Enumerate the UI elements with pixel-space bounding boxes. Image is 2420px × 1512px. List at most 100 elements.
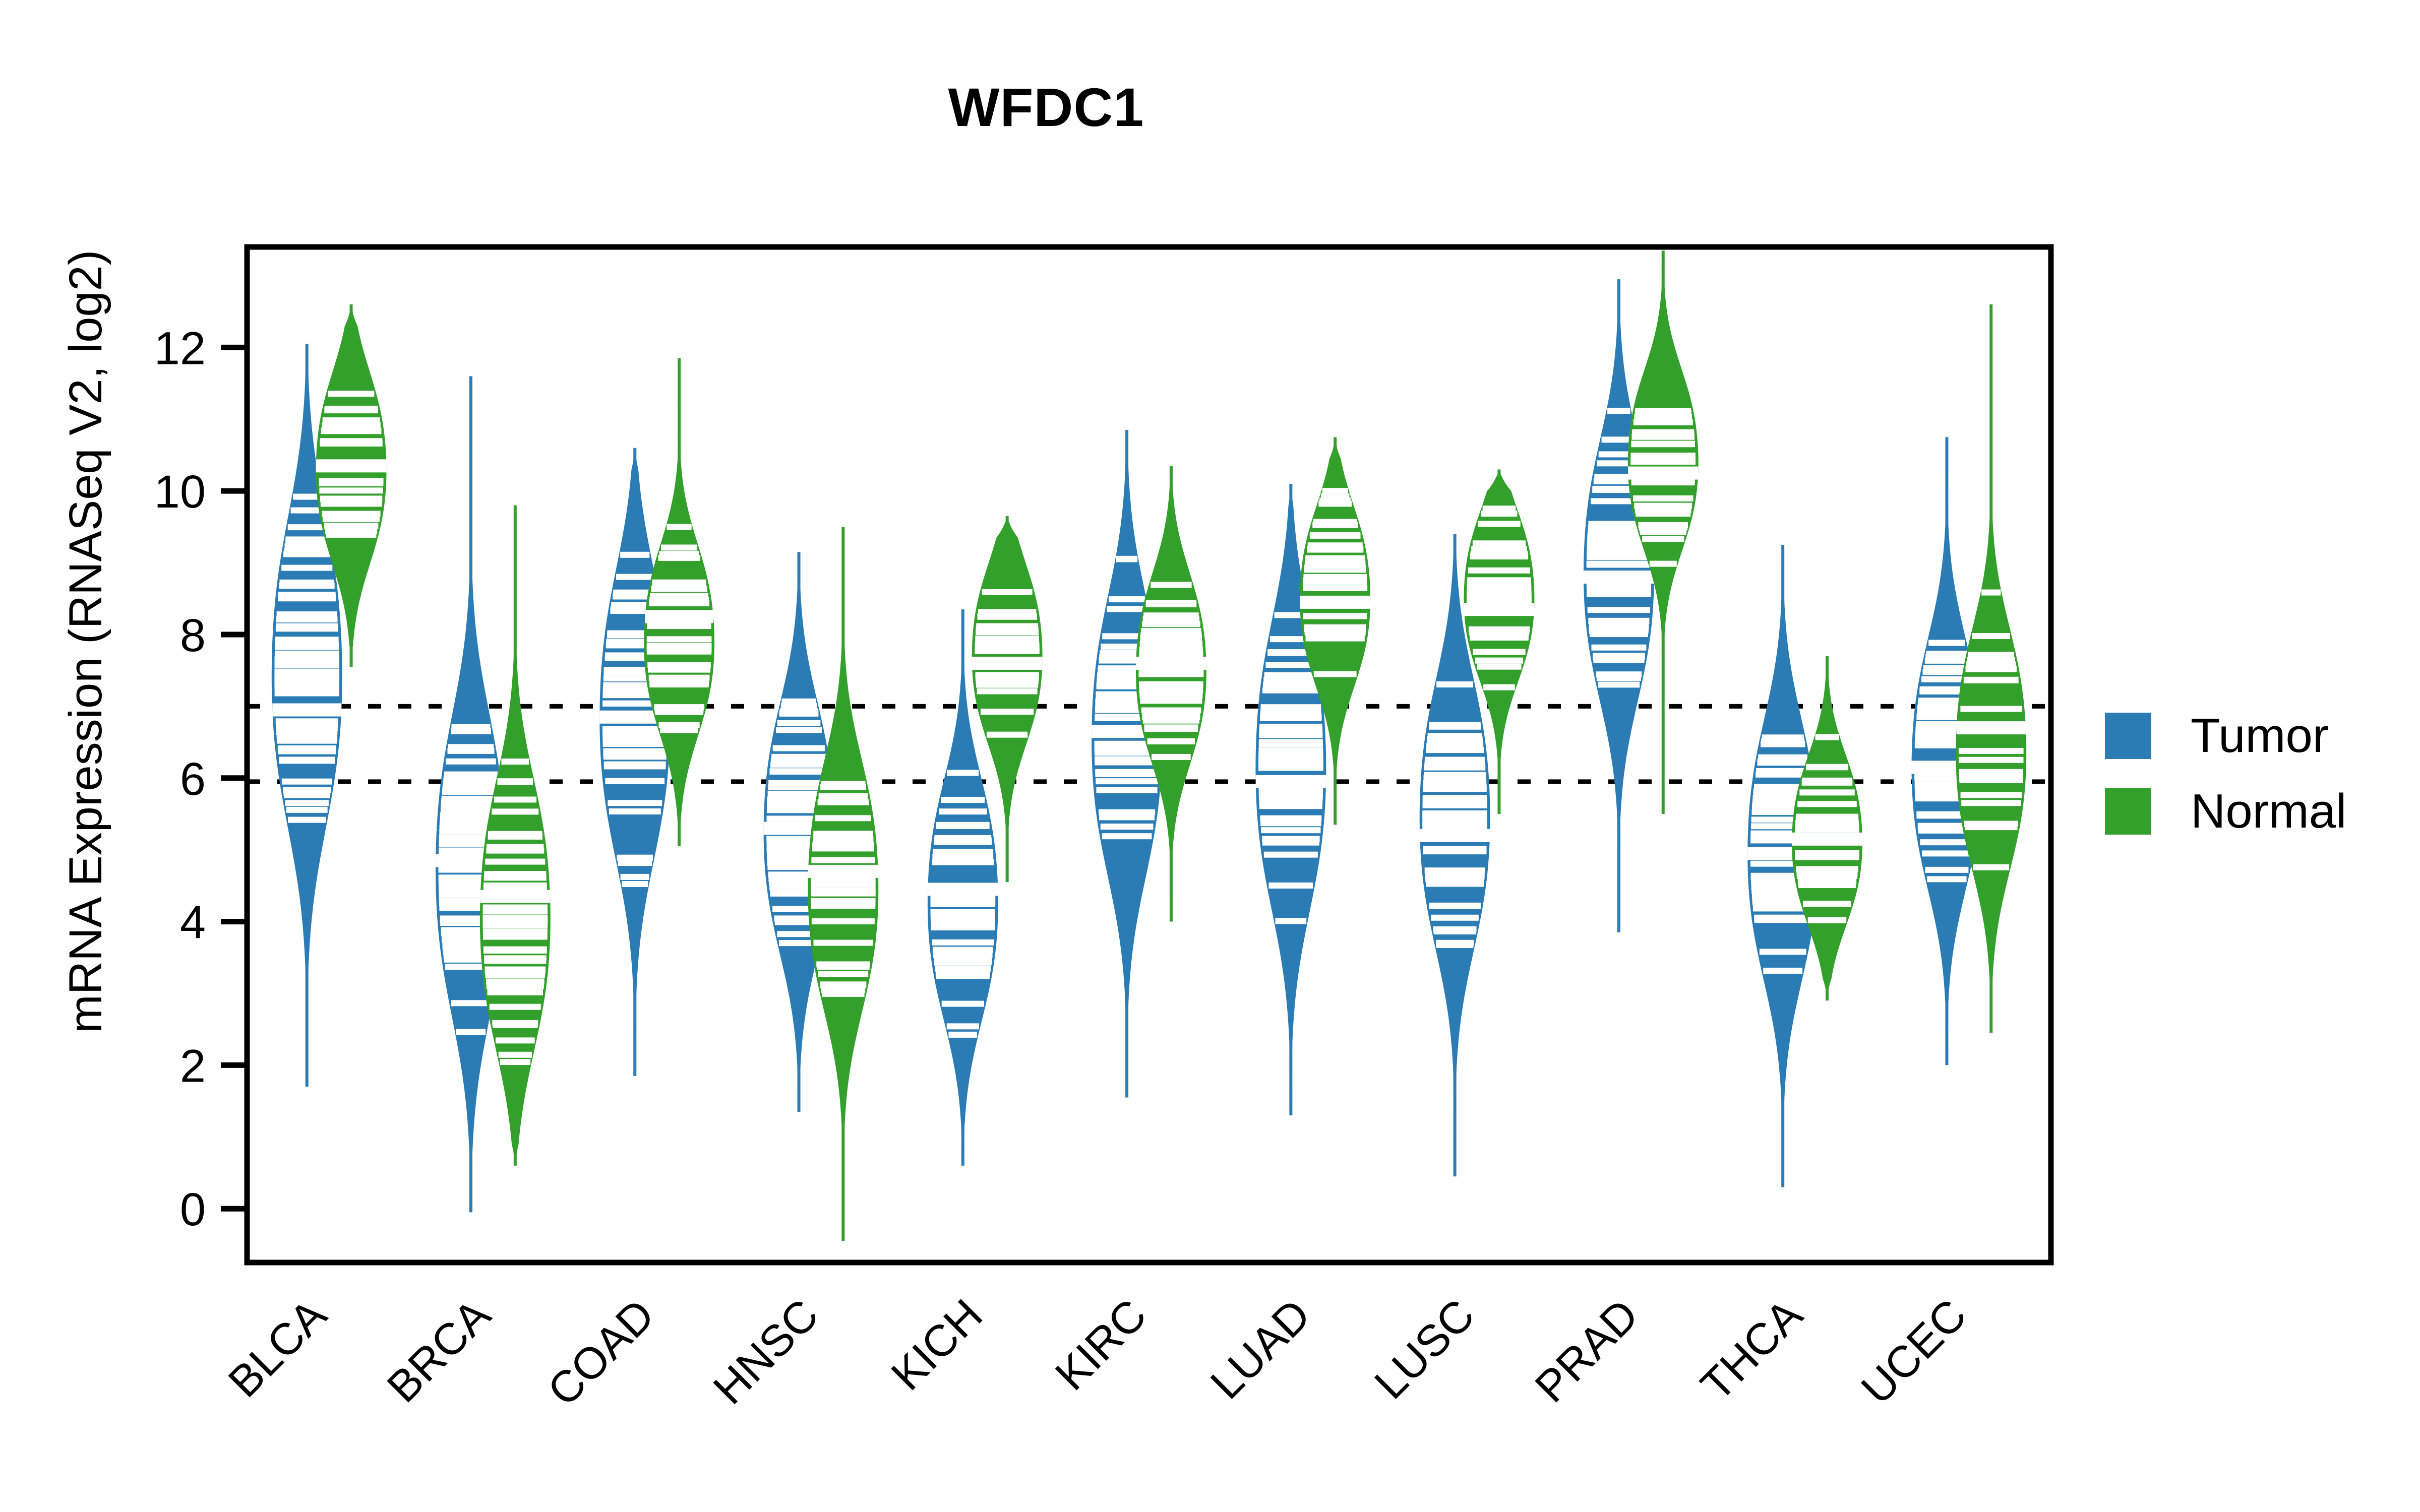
observation-tick [1958,747,2024,754]
observation-tick [1099,814,1155,821]
y-tick-label: 8 [180,610,206,661]
observation-tick [603,748,667,754]
observation-tick [820,982,867,988]
observation-tick [932,939,994,946]
observation-tick [661,544,698,551]
observation-tick [1265,662,1316,668]
observation-tick [1967,657,2015,663]
observation-tick [275,637,339,643]
observation-tick [931,921,995,927]
observation-tick [1100,824,1154,830]
observation-tick [938,808,987,815]
observation-tick [777,720,821,726]
observation-tick [1436,681,1474,687]
observation-tick [948,1031,978,1038]
observation-tick [442,786,500,792]
observation-tick [817,964,870,970]
observation-tick [1635,507,1691,513]
observation-tick [936,973,990,979]
observation-tick [934,839,992,845]
observation-tick [1972,633,2010,640]
observation-tick [1642,536,1684,542]
observation-tick [980,709,1034,715]
observation-tick [975,672,1039,678]
observation-tick [1959,769,2023,775]
observation-tick [1147,738,1195,744]
x-tick-label-PRAD: PRAD [1525,1289,1648,1412]
observation-tick [652,580,706,587]
x-tick-label-UCEC: UCEC [1851,1289,1975,1413]
violin-COAD-tumor [599,444,671,1080]
observation-tick [484,958,547,964]
observation-tick [647,662,711,668]
observation-tick [1258,765,1323,771]
observation-tick [1757,760,1808,766]
observation-tick [618,860,652,866]
legend-item-tumor[interactable]: Tumor [2105,698,2346,774]
legend-label-normal: Normal [2191,784,2347,838]
observation-tick [1927,876,1967,883]
observation-tick [1593,657,1645,663]
observation-tick [1275,918,1307,924]
observation-tick [976,678,1039,684]
observation-tick [813,836,874,842]
observation-tick [484,871,547,877]
observation-tick [1431,914,1479,921]
observation-tick [935,965,991,972]
observation-tick [1259,799,1323,806]
observation-tick [977,613,1037,620]
x-tick-label-KICH: KICH [881,1289,992,1400]
observation-tick [982,589,1033,595]
observation-tick [1925,866,1969,873]
x-tick-label-THCA: THCA [1691,1289,1812,1410]
legend-item-normal[interactable]: Normal [2105,774,2346,849]
observation-tick [496,1037,535,1044]
observation-tick [779,708,818,715]
observation-tick [1095,769,1159,775]
median-line [1956,721,2026,735]
observation-tick [1607,408,1630,414]
observation-tick [649,681,709,687]
observation-tick [617,854,653,861]
observation-tick [1633,419,1693,425]
observation-tick [451,728,491,734]
observation-tick [1754,914,1812,921]
observation-tick [284,543,330,550]
observation-tick [947,770,979,776]
legend-swatch-normal [2105,788,2151,835]
x-tick-label-LUSC: LUSC [1365,1289,1484,1408]
observation-tick [646,644,712,650]
observation-tick [1141,707,1201,714]
observation-tick [441,796,501,802]
observation-tick [1587,607,1651,613]
observation-tick [1631,441,1695,448]
observation-tick [483,946,547,953]
observation-tick [1268,883,1313,889]
observation-tick [274,673,340,680]
observation-tick [1305,635,1365,642]
observation-tick [1799,789,1855,796]
observation-tick [1596,675,1641,681]
observation-tick [654,704,704,711]
observation-tick [934,959,992,966]
observation-tick [1807,917,1847,923]
observation-tick [275,718,338,725]
median-line [1792,832,1862,846]
y-tick-label: 2 [180,1040,206,1092]
observation-tick [456,1029,486,1035]
observation-tick [485,967,546,974]
observation-tick [1303,579,1367,585]
observation-tick [1424,760,1485,766]
observation-tick [933,849,993,855]
observation-tick [320,438,383,445]
observation-tick [1586,583,1651,590]
observation-tick [482,918,548,924]
observation-tick [818,971,869,977]
observation-tick [1322,488,1348,494]
observation-tick [781,698,816,705]
observation-tick [1591,644,1647,651]
observation-tick [1963,677,2019,683]
observation-tick [1639,524,1687,531]
y-tick-label: 12 [154,323,206,374]
x-tick-label-HNSC: HNSC [704,1289,828,1413]
